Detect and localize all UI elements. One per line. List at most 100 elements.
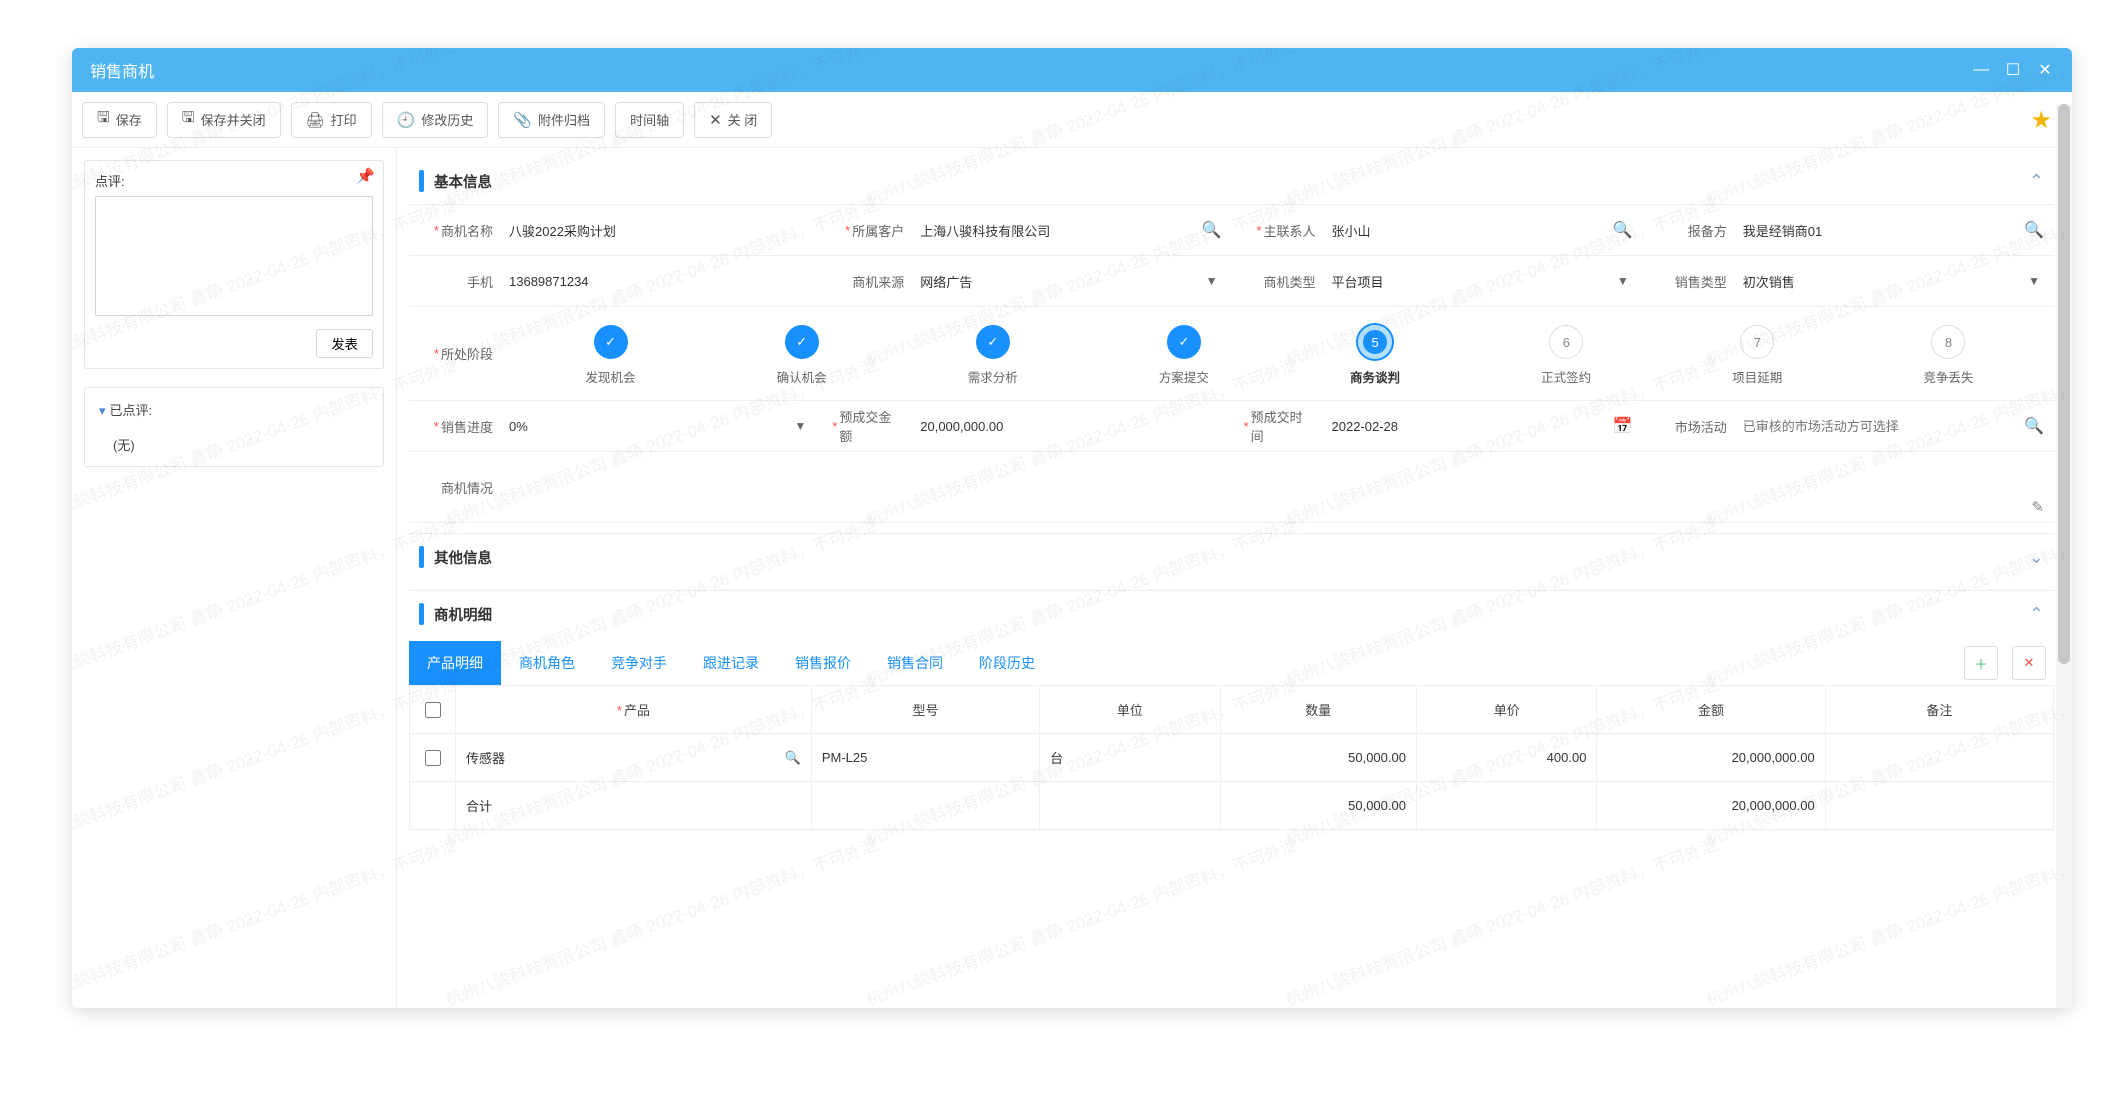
search-icon[interactable]: 🔍 [1613,220,1633,240]
progress-select[interactable]: 0% ▼ [509,419,810,434]
comment-input[interactable] [95,196,373,316]
basic-info-title: 基本信息 [434,171,492,192]
filer-input[interactable] [1743,223,2044,238]
source-value: 网络广告 [920,272,972,291]
comment-label: 点评: [95,171,373,190]
col-product: 产品 [617,700,650,719]
est-date-input[interactable] [1332,419,1633,434]
phone-input[interactable] [509,274,810,289]
source-select[interactable]: 网络广告 ▼ [920,272,1221,291]
contact-label: 主联系人 [1232,205,1328,255]
collapse-basic-icon[interactable]: ⌃ [2029,171,2044,192]
cell-product: 传感器 [466,748,505,767]
clock-icon: 🕘 [397,111,416,129]
stage-circle: 6 [1549,325,1583,359]
tab-6[interactable]: 阶段历史 [961,641,1053,685]
search-icon[interactable]: 🔍 [2024,416,2044,436]
scrollbar-thumb[interactable] [2058,104,2070,664]
sale-type-label: 销售类型 [1643,256,1739,306]
collapse-detail-icon[interactable]: ⌃ [2029,604,2044,625]
save-label: 保存 [116,110,142,129]
stage-step[interactable]: 5 商务谈判 [1280,325,1471,386]
contact-input[interactable] [1332,223,1633,238]
stage-step[interactable]: ✓发现机会 [515,325,706,386]
chevron-down-icon: ▼ [1617,274,1629,288]
stage-label: 确认机会 [777,367,827,386]
stage-step[interactable]: ✓ 确认机会 [706,325,897,386]
tab-2[interactable]: 竞争对手 [593,641,685,685]
tab-0[interactable]: 产品明细 [409,641,501,685]
detail-title: 商机明细 [434,604,492,625]
cell-amount: 20,000,000.00 [1597,734,1825,781]
stage-circle: ✓ [785,325,819,359]
expand-other-icon[interactable]: ⌄ [2029,547,2044,568]
edit-icon[interactable]: ✎ [2031,498,2044,516]
campaign-input[interactable] [1743,419,2044,434]
close-button[interactable]: ✕ 关 闭 [694,102,772,138]
history-button[interactable]: 🕘 修改历史 [382,102,489,138]
tab-3[interactable]: 跟进记录 [685,641,777,685]
main-content: 基本信息 ⌃ 商机名称 所属客户 🔍 [397,148,2072,1008]
favorite-star-icon[interactable]: ★ [2030,106,2052,135]
basic-info-section: 基本信息 ⌃ 商机名称 所属客户 🔍 [409,158,2054,523]
cell-price: 400.00 [1417,734,1597,781]
timeline-label: 时间轴 [630,110,669,129]
search-icon[interactable]: 🔍 [785,750,801,766]
stage-step[interactable]: 7项目延期 [1662,325,1853,386]
stage-label: 方案提交 [1159,367,1209,386]
row-checkbox[interactable] [425,750,441,766]
minimize-icon[interactable]: — [1972,61,1990,79]
reviewed-panel: ▾已点评: (无) [84,387,384,467]
col-price: 单价 [1417,686,1597,733]
opp-name-input[interactable] [509,223,810,238]
print-label: 打印 [331,110,357,129]
stage-label: 竞争丢失 [1923,367,1973,386]
search-icon[interactable]: 🔍 [1202,220,1222,240]
chevron-down-icon: ▼ [794,419,806,433]
close-icon: ✕ [709,111,722,129]
stage-circle: ✓ [976,325,1010,359]
stage-step[interactable]: ✓需求分析 [897,325,1088,386]
delete-row-button[interactable]: ✕ [2012,646,2046,680]
maximize-icon[interactable]: ☐ [2004,61,2022,79]
pin-icon[interactable]: 📌 [356,167,375,185]
scrollbar[interactable] [2056,104,2072,1008]
tab-1[interactable]: 商机角色 [501,641,593,685]
customer-label: 所属客户 [820,205,916,255]
calendar-icon[interactable]: 📅 [1613,416,1633,436]
attachment-button[interactable]: 📎 附件归档 [498,102,605,138]
post-comment-button[interactable]: 发表 [316,329,373,358]
sale-type-select[interactable]: 初次销售 ▼ [1743,272,2044,291]
table-total-row: 合计 50,000.00 20,000,000.00 [410,782,2053,829]
detail-tabs: 产品明细商机角色竞争对手跟进记录销售报价销售合同阶段历史 ＋ ✕ [409,641,2054,685]
col-model: 型号 [812,686,1040,733]
print-button[interactable]: 🖨 打印 [291,102,372,138]
stage-step[interactable]: 6正式签约 [1471,325,1662,386]
save-close-button[interactable]: 🖫 保存并关闭 [167,102,281,138]
opp-type-select[interactable]: 平台项目 ▼ [1332,272,1633,291]
col-amount: 金额 [1597,686,1825,733]
col-unit: 单位 [1040,686,1220,733]
stage-circle: ✓ [594,325,628,359]
customer-input[interactable] [920,223,1221,238]
stage-label: 商务谈判 [1350,367,1400,386]
col-note: 备注 [1826,686,2053,733]
tab-5[interactable]: 销售合同 [869,641,961,685]
situation-input[interactable] [509,462,2044,512]
tab-4[interactable]: 销售报价 [777,641,869,685]
add-row-button[interactable]: ＋ [1964,646,1998,680]
est-amount-input[interactable] [920,419,1221,434]
stage-step[interactable]: 8竞争丢失 [1853,325,2044,386]
search-icon[interactable]: 🔍 [2024,220,2044,240]
table-row[interactable]: 传感器 🔍 PM-L25 台 50,000.00 400.00 20,000,0… [410,734,2053,782]
select-all-checkbox[interactable] [425,702,441,718]
stage-circle: 5 [1358,325,1392,359]
total-qty: 50,000.00 [1221,782,1417,829]
campaign-label: 市场活动 [1643,401,1739,451]
timeline-button[interactable]: 时间轴 [615,102,684,138]
source-label: 商机来源 [820,256,916,306]
stage-step[interactable]: ✓方案提交 [1088,325,1279,386]
save-button[interactable]: 🖫 保存 [82,102,157,138]
close-window-icon[interactable]: ✕ [2036,61,2054,79]
collapse-caret-icon[interactable]: ▾ [99,403,106,418]
